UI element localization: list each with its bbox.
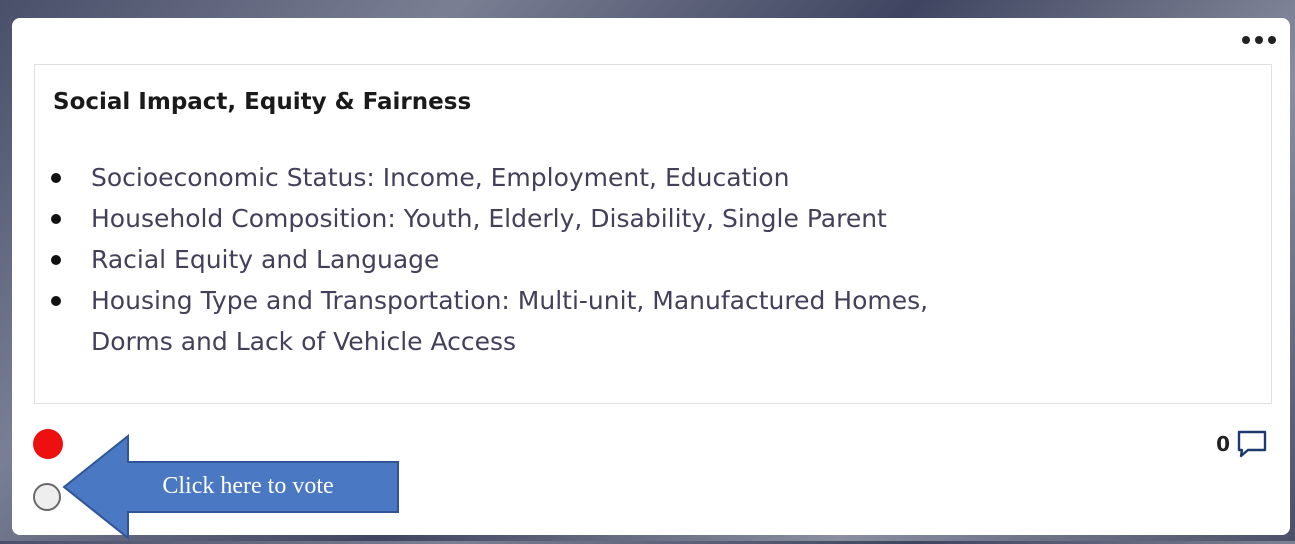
list-item-continuation: Dorms and Lack of Vehicle Access: [91, 327, 517, 356]
card-content: Social Impact, Equity & Fairness Socioec…: [34, 64, 1272, 404]
comment-icon: [1237, 430, 1267, 458]
comment-count: 0: [1216, 432, 1230, 456]
status-dot: [33, 429, 63, 459]
menu-dot: [1242, 36, 1250, 44]
card-title: Social Impact, Equity & Fairness: [53, 89, 472, 115]
bullet-list: Socioeconomic Status: Income, Employment…: [50, 157, 928, 362]
list-item: Racial Equity and Language: [50, 239, 928, 280]
more-options-icon[interactable]: [1242, 34, 1276, 46]
menu-dot: [1268, 36, 1276, 44]
comments-button[interactable]: 0: [1216, 429, 1268, 459]
vote-callout: Click here to vote: [60, 433, 400, 541]
list-item: Household Composition: Youth, Elderly, D…: [50, 198, 928, 239]
vote-radio-button[interactable]: [33, 483, 61, 511]
list-item: Housing Type and Transportation: Multi-u…: [50, 280, 928, 321]
menu-dot: [1255, 36, 1263, 44]
callout-text: Click here to vote: [162, 472, 334, 499]
list-item: Socioeconomic Status: Income, Employment…: [50, 157, 928, 198]
